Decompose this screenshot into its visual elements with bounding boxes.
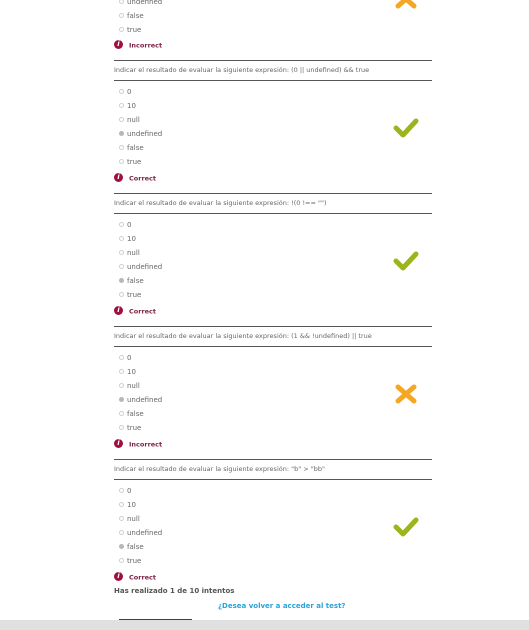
radio-button-selected[interactable] [119,277,124,283]
question-divider [114,193,432,194]
radio-button[interactable] [119,382,124,388]
option-radio[interactable]: true [119,291,141,300]
radio-button[interactable] [119,529,124,535]
result-status: i Incorrect [114,40,162,51]
option-radio[interactable]: 0 [119,354,131,363]
option-radio[interactable]: null [119,515,140,524]
check-icon [393,251,419,271]
option-radio[interactable]: 0 [119,487,131,496]
option-radio[interactable]: 10 [119,102,136,111]
radio-button[interactable] [119,116,124,122]
option-radio[interactable]: false [119,410,144,419]
radio-button[interactable] [119,102,124,108]
option-radio[interactable]: null [119,249,140,258]
radio-button-selected[interactable] [119,396,124,402]
radio-button[interactable] [119,12,124,18]
check-icon [393,118,419,138]
radio-button[interactable] [119,487,124,493]
option-radio[interactable]: 0 [119,88,131,97]
radio-button[interactable] [119,424,124,430]
result-status: i Correct [114,306,156,317]
option-radio[interactable]: true [119,424,141,433]
option-radio[interactable]: undefined [119,529,162,538]
result-status: i Incorrect [114,439,162,450]
info-icon: i [114,306,123,315]
question-divider [114,459,432,460]
radio-button[interactable] [119,158,124,164]
result-status: i Correct [114,173,156,184]
option-radio[interactable]: undefined [119,263,162,272]
radio-button-selected[interactable] [119,543,124,549]
question-divider [114,80,432,81]
option-radio[interactable]: null [119,116,140,125]
option-radio[interactable]: undefined [119,130,162,139]
check-icon [393,517,419,537]
radio-button[interactable] [119,501,124,507]
question-text: Indicar el resultado de evaluar la sigui… [114,465,326,473]
info-icon: i [114,572,123,581]
option-radio[interactable]: 10 [119,235,136,244]
info-icon: i [114,40,123,49]
option-radio[interactable]: true [119,26,141,35]
info-icon: i [114,439,123,448]
option-radio[interactable]: undefined [119,396,162,405]
option-radio[interactable]: true [119,557,141,566]
option-radio[interactable]: false [119,12,144,21]
cross-icon [395,0,417,9]
radio-button[interactable] [119,410,124,416]
question-divider [114,326,432,327]
question-text: Indicar el resultado de evaluar la sigui… [114,332,372,340]
page-footer [0,620,529,630]
radio-button[interactable] [119,515,124,521]
question-text: Indicar el resultado de evaluar la sigui… [114,66,370,74]
radio-button-selected[interactable] [119,130,124,136]
question-divider [114,60,432,61]
attempts-counter: Has realizado 1 de 10 intentos [114,587,235,595]
cross-icon [395,384,417,404]
info-icon: i [114,173,123,182]
question-divider [114,346,432,347]
radio-button[interactable] [119,557,124,563]
option-radio[interactable]: null [119,382,140,391]
question-divider [114,479,432,480]
radio-button[interactable] [119,354,124,360]
option-radio[interactable]: false [119,144,144,153]
radio-button[interactable] [119,26,124,32]
retry-test-link[interactable]: ¿Desea volver a acceder al test? [218,602,345,610]
result-status: i Correct [114,572,156,583]
radio-button[interactable] [119,144,124,150]
radio-button[interactable] [119,0,124,4]
radio-button[interactable] [119,263,124,269]
question-text: Indicar el resultado de evaluar la sigui… [114,199,327,207]
option-radio[interactable]: true [119,158,141,167]
quiz-results-page: undefined false true i Incorrect Indicar … [0,0,529,630]
option-radio[interactable]: false [119,543,144,552]
question-divider [114,213,432,214]
radio-button[interactable] [119,368,124,374]
radio-button[interactable] [119,291,124,297]
option-radio[interactable]: 10 [119,368,136,377]
radio-button[interactable] [119,249,124,255]
radio-button[interactable] [119,221,124,227]
radio-button[interactable] [119,235,124,241]
radio-button[interactable] [119,88,124,94]
option-radio[interactable]: undefined [119,0,162,7]
option-radio[interactable]: false [119,277,144,286]
option-radio[interactable]: 0 [119,221,131,230]
option-radio[interactable]: 10 [119,501,136,510]
